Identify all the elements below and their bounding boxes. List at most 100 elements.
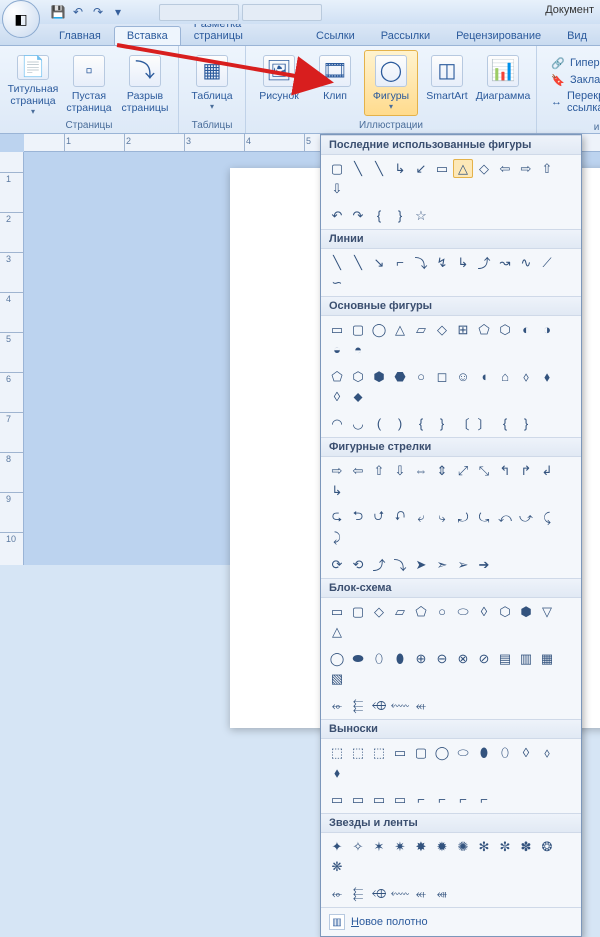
shape-item[interactable]: 〔 — [453, 414, 473, 433]
shape-item[interactable]: ⬧ — [327, 763, 347, 782]
shape-item[interactable]: ⬱ — [348, 696, 368, 715]
shapes-gallery[interactable]: Последние использованные фигуры▢╲╲↳↙▭△◇⇦… — [320, 134, 582, 937]
shape-item[interactable]: ⬵ — [432, 884, 452, 903]
shape-item[interactable]: 〕 — [474, 414, 494, 433]
shape-item[interactable]: ⮍ — [369, 508, 389, 527]
shape-item[interactable]: ⬡ — [495, 320, 515, 339]
shape-item[interactable]: ⬱ — [348, 884, 368, 903]
shape-item[interactable]: } — [432, 414, 452, 433]
shape-item[interactable]: ❂ — [537, 837, 557, 856]
shape-item[interactable]: ⬣ — [390, 367, 410, 386]
redo-icon[interactable]: ↷ — [90, 4, 106, 20]
new-canvas-button[interactable]: ▥Новое полотно — [321, 907, 581, 936]
shape-item[interactable]: ▱ — [390, 602, 410, 621]
shape-item[interactable]: ⮏ — [390, 508, 410, 527]
shape-item[interactable]: ⊖ — [432, 649, 452, 668]
shape-item[interactable]: ⬠ — [327, 367, 347, 386]
shape-item[interactable]: ▭ — [327, 602, 347, 621]
clip-button[interactable]: 🎞Клип — [308, 50, 362, 116]
shape-item[interactable]: ⬯ — [495, 743, 515, 762]
shape-item[interactable]: ◇ — [474, 159, 494, 178]
shape-item[interactable]: ⬠ — [411, 602, 431, 621]
shape-item[interactable]: ⬭ — [453, 602, 473, 621]
ribbon-tab-4[interactable]: Рассылки — [368, 26, 443, 45]
shape-item[interactable]: ◡ — [348, 414, 368, 433]
picture-button[interactable]: 🖼Рисунок — [252, 50, 306, 116]
shape-item[interactable]: ⬨ — [516, 367, 536, 386]
shape-item[interactable]: ↝ — [495, 253, 515, 272]
shape-item[interactable]: ⤵ — [411, 253, 431, 272]
shape-item[interactable]: ╲ — [348, 159, 368, 178]
page-break-button[interactable]: ⤵Разрыв страницы — [118, 50, 172, 116]
shape-item[interactable]: ⬨ — [537, 743, 557, 762]
shape-item[interactable]: ⟋ — [537, 253, 557, 272]
shape-item[interactable]: ⇦ — [348, 461, 368, 480]
shape-item[interactable]: { — [411, 414, 431, 433]
shape-item[interactable]: ▭ — [432, 159, 452, 178]
shape-item[interactable]: ⬠ — [474, 320, 494, 339]
shape-item[interactable]: ∿ — [516, 253, 536, 272]
shape-item[interactable]: ⌐ — [474, 790, 494, 809]
shape-item[interactable]: ▢ — [348, 320, 368, 339]
shape-item[interactable]: ╲ — [327, 253, 347, 272]
office-button[interactable]: ◧ — [2, 0, 40, 38]
shape-item[interactable]: ⬬ — [348, 649, 368, 668]
shape-item[interactable]: △ — [453, 159, 473, 178]
shape-item[interactable]: ▱ — [411, 320, 431, 339]
shape-item[interactable]: ⬚ — [327, 743, 347, 762]
shape-item[interactable]: ▢ — [348, 602, 368, 621]
ribbon-tab-3[interactable]: Ссылки — [303, 26, 368, 45]
shape-item[interactable]: ⬰ — [327, 696, 347, 715]
shape-item[interactable]: ☆ — [411, 206, 431, 225]
shape-item[interactable]: ▭ — [327, 790, 347, 809]
blank-page-button[interactable]: ▫Пустая страница — [62, 50, 116, 116]
shape-item[interactable]: ▦ — [537, 649, 557, 668]
shape-item[interactable]: ⬴ — [411, 884, 431, 903]
shape-item[interactable]: ○ — [432, 602, 452, 621]
shapes-button[interactable]: ◯Фигуры — [364, 50, 418, 116]
shape-item[interactable]: ⬢ — [516, 602, 536, 621]
shape-item[interactable]: ⊕ — [411, 649, 431, 668]
shape-item[interactable]: ◑ — [537, 320, 557, 339]
shape-item[interactable]: ⬥ — [348, 387, 368, 406]
shape-item[interactable]: ▭ — [390, 743, 410, 762]
shape-item[interactable]: ◊ — [327, 387, 347, 406]
table-button[interactable]: ▦Таблица — [185, 50, 239, 116]
shape-item[interactable]: } — [390, 206, 410, 225]
shape-item[interactable]: ╲ — [348, 253, 368, 272]
shape-item[interactable]: ⌂ — [495, 367, 515, 386]
shape-item[interactable]: ◊ — [516, 743, 536, 762]
hyperlink-button[interactable]: 🔗Гиперссылка — [551, 56, 600, 70]
shape-item[interactable]: ⤶ — [411, 508, 431, 527]
shape-item[interactable]: ▤ — [495, 649, 515, 668]
shape-item[interactable]: ◒ — [327, 340, 347, 359]
shape-item[interactable]: ↯ — [432, 253, 452, 272]
shape-item[interactable]: ⬲ — [369, 884, 389, 903]
shape-item[interactable]: ⇧ — [537, 159, 557, 178]
shape-item[interactable]: ⤺ — [495, 508, 515, 527]
ribbon-tab-0[interactable]: Главная — [46, 26, 114, 45]
shape-item[interactable]: ↷ — [348, 206, 368, 225]
crossref-button[interactable]: ↔Перекрестная ссылка — [551, 90, 600, 114]
shape-item[interactable]: △ — [390, 320, 410, 339]
shape-item[interactable]: ▭ — [327, 320, 347, 339]
shape-item[interactable]: ↘ — [369, 253, 389, 272]
shape-item[interactable]: ⮌ — [348, 508, 368, 527]
shape-item[interactable]: ▭ — [390, 790, 410, 809]
shape-item[interactable]: ✻ — [474, 837, 494, 856]
shape-item[interactable]: ⬡ — [495, 602, 515, 621]
shape-item[interactable]: ⌐ — [432, 790, 452, 809]
shape-item[interactable]: ↳ — [453, 253, 473, 272]
shape-item[interactable]: ◠ — [327, 414, 347, 433]
shape-item[interactable]: ☺ — [453, 367, 473, 386]
shape-item[interactable]: ✽ — [516, 837, 536, 856]
shape-item[interactable]: ↳ — [327, 481, 347, 500]
undo-icon[interactable]: ↶ — [70, 4, 86, 20]
shape-item[interactable]: ⊞ — [453, 320, 473, 339]
shape-item[interactable]: ⤻ — [516, 508, 536, 527]
shape-item[interactable]: ◯ — [327, 649, 347, 668]
smartart-button[interactable]: ◫SmartArt — [420, 50, 474, 116]
shape-item[interactable]: ⇨ — [516, 159, 536, 178]
shape-item[interactable]: ▥ — [516, 649, 536, 668]
shape-item[interactable]: ✦ — [327, 837, 347, 856]
